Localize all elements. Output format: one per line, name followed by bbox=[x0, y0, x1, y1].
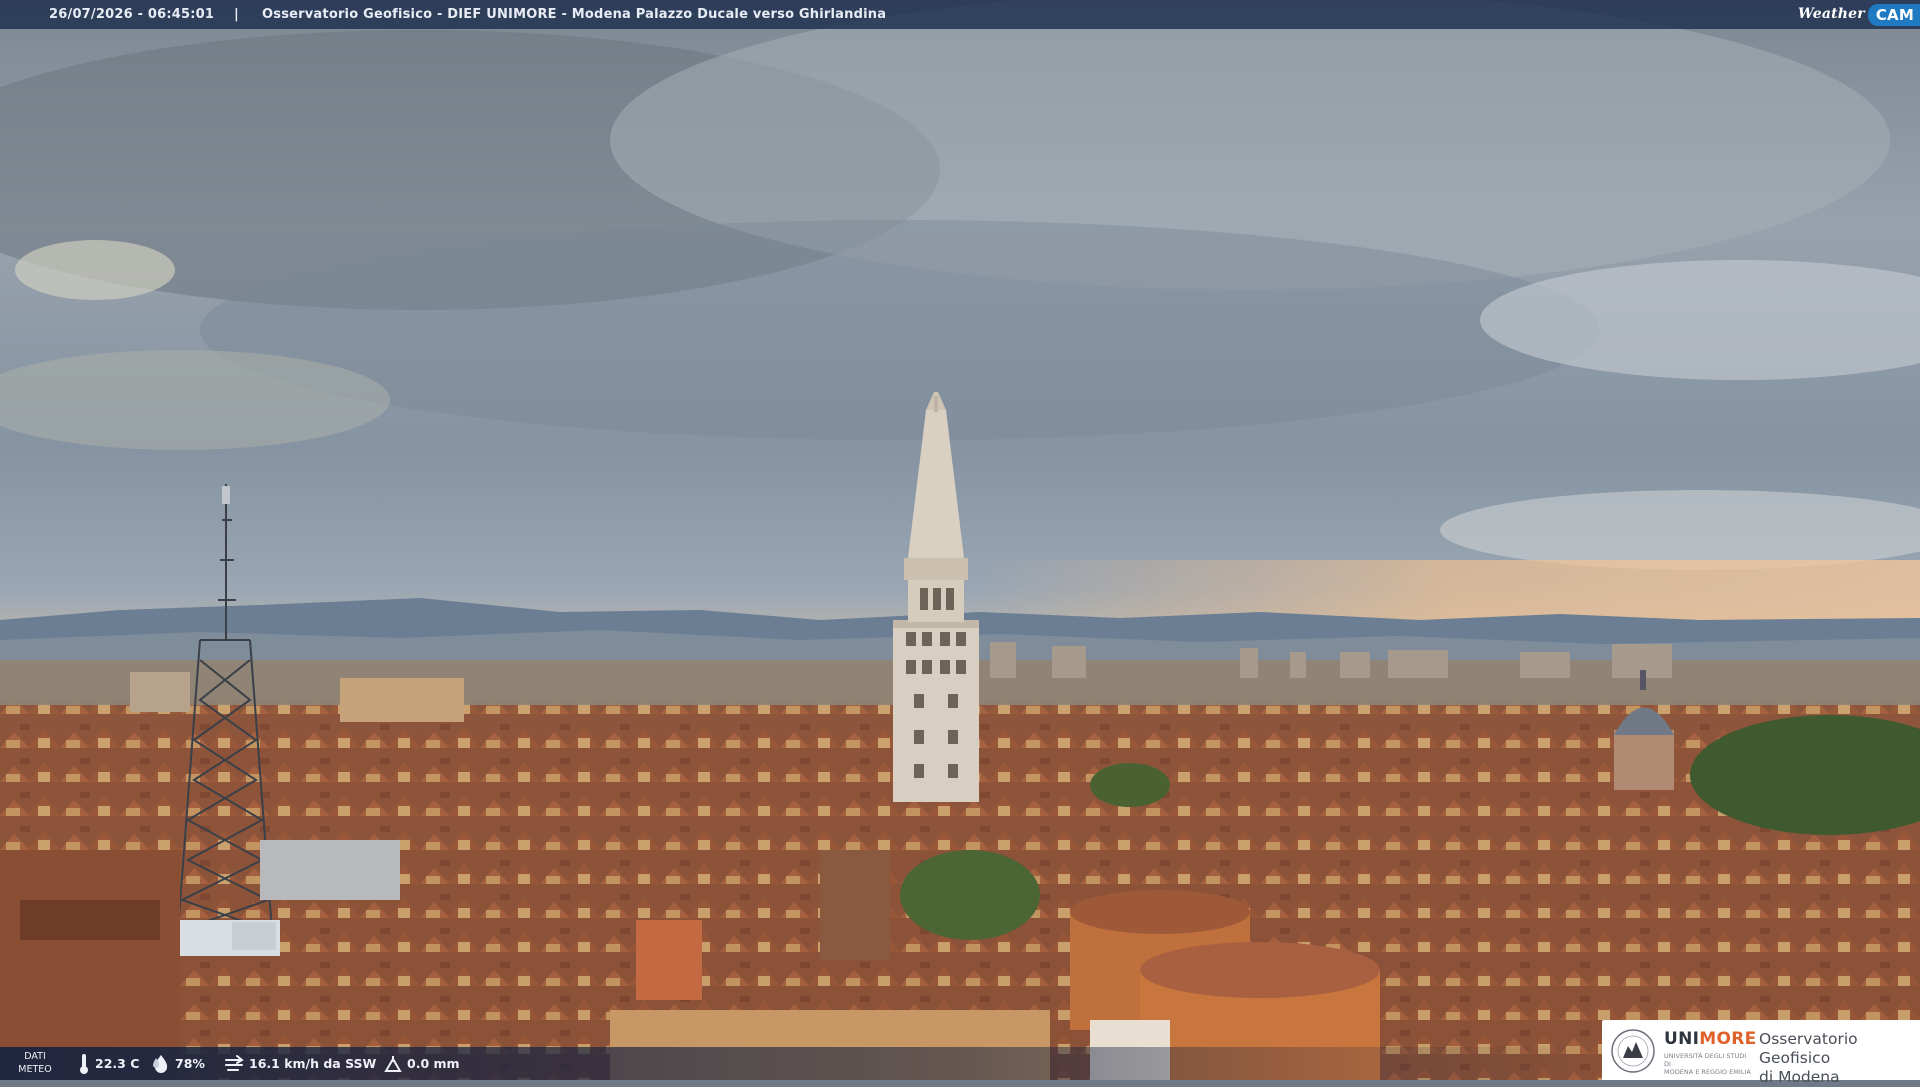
humidity-reading: 78% bbox=[152, 1047, 205, 1080]
unimore-logo: UNIMORE UNIVERSITÀ DEGLI STUDI DI MODENA… bbox=[1602, 1020, 1920, 1086]
humidity-value: 78% bbox=[175, 1056, 205, 1071]
observatory-name-line1: Osservatorio Geofisico bbox=[1759, 1030, 1858, 1067]
webcam-scene bbox=[0, 0, 1920, 1080]
weather-data-label-line1: DATI bbox=[24, 1051, 46, 1062]
wind-reading: 16.1 km/h da SSW bbox=[224, 1047, 376, 1080]
camera-title: Osservatorio Geofisico - DIEF UNIMORE - … bbox=[262, 7, 887, 22]
university-name-line2: MODENA E REGGIO EMILIA bbox=[1664, 1068, 1751, 1076]
rain-value: 0.0 mm bbox=[407, 1056, 460, 1071]
droplet-icon bbox=[153, 1054, 168, 1073]
thermometer-icon bbox=[80, 1053, 88, 1074]
university-name-line1: UNIVERSITÀ DEGLI STUDI DI bbox=[1664, 1052, 1747, 1068]
weathercam-logo: Weather CAM bbox=[1798, 0, 1920, 29]
weather-data-bar: DATI METEO 22.3 C 78% 16.1 km/h da SSW 0… bbox=[0, 1047, 1600, 1080]
unimore-wordmark-more: MORE bbox=[1699, 1029, 1757, 1049]
caption-separator: | bbox=[234, 7, 239, 22]
unimore-wordmark: UNIMORE bbox=[1664, 1029, 1757, 1049]
temperature-value: 22.3 C bbox=[95, 1056, 140, 1071]
unimore-wordmark-uni: UNI bbox=[1664, 1029, 1700, 1049]
wind-value: 16.1 km/h da SSW bbox=[249, 1056, 377, 1071]
university-seal-icon bbox=[1611, 1029, 1655, 1073]
weathercam-logo-weather: Weather bbox=[1797, 6, 1865, 22]
wind-icon bbox=[225, 1054, 244, 1071]
caption-bar: 26/07/2026 - 06:45:01 | Osservatorio Geo… bbox=[0, 0, 1920, 29]
rain-gauge-icon bbox=[384, 1055, 402, 1072]
rain-reading: 0.0 mm bbox=[384, 1047, 460, 1080]
timestamp: 26/07/2026 - 06:45:01 bbox=[49, 7, 215, 22]
weather-data-label-line2: METEO bbox=[18, 1064, 52, 1075]
weather-data-label: DATI METEO bbox=[17, 1050, 53, 1076]
observatory-name-line2: di Modena bbox=[1759, 1068, 1840, 1086]
weathercam-logo-cam: CAM bbox=[1867, 3, 1920, 26]
temperature-reading: 22.3 C bbox=[78, 1047, 139, 1080]
observatory-name: Osservatorio Geofisico di Modena bbox=[1759, 1030, 1920, 1087]
university-name: UNIVERSITÀ DEGLI STUDI DI MODENA E REGGI… bbox=[1664, 1052, 1754, 1076]
